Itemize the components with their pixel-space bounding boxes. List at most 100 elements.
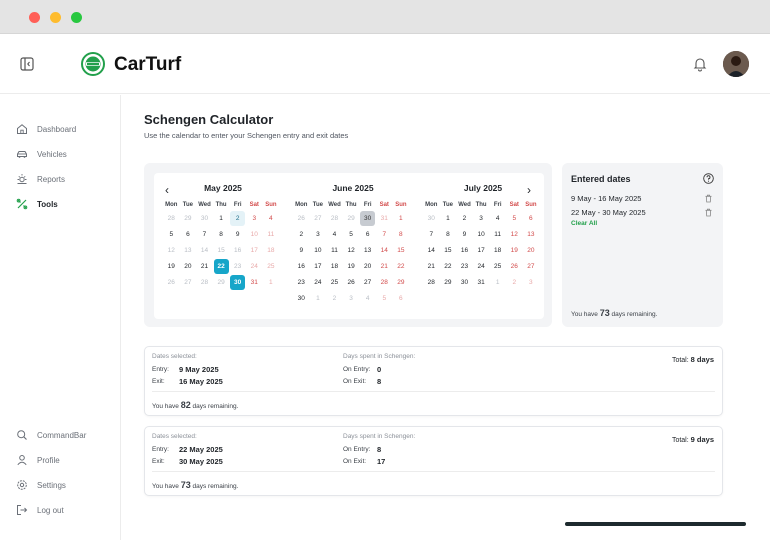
calendar-day[interactable]: 25 xyxy=(490,259,505,274)
calendar-day[interactable]: 18 xyxy=(490,243,505,258)
calendar-day[interactable]: 22 xyxy=(393,259,408,274)
calendar-day[interactable]: 10 xyxy=(474,227,489,242)
notification-bell-icon[interactable] xyxy=(692,56,708,72)
calendar-day[interactable]: 1 xyxy=(393,211,408,226)
calendar-day[interactable]: 4 xyxy=(263,211,278,226)
calendar-day[interactable]: 5 xyxy=(377,291,392,306)
calendar-day[interactable]: 2 xyxy=(327,291,342,306)
calendar-day[interactable]: 9 xyxy=(230,227,245,242)
sidebar-item-reports[interactable]: Reports xyxy=(16,171,65,187)
calendar-day[interactable]: 2 xyxy=(457,211,472,226)
calendar-day[interactable]: 29 xyxy=(180,211,195,226)
calendar-day[interactable]: 22 xyxy=(440,259,455,274)
calendar-day[interactable]: 12 xyxy=(507,227,522,242)
calendar-day[interactable]: 26 xyxy=(344,275,359,290)
calendar-day[interactable]: 28 xyxy=(197,275,212,290)
calendar-day[interactable]: 6 xyxy=(523,211,538,226)
calendar-day[interactable]: 29 xyxy=(214,275,229,290)
calendar-day[interactable]: 6 xyxy=(393,291,408,306)
calendar-day[interactable]: 31 xyxy=(474,275,489,290)
calendar-day[interactable]: 30 xyxy=(360,211,376,226)
calendar-day[interactable]: 17 xyxy=(474,243,489,258)
calendar-day[interactable]: 21 xyxy=(424,259,439,274)
calendar-day[interactable]: 19 xyxy=(164,259,179,274)
calendar-day[interactable]: 31 xyxy=(377,211,392,226)
calendar-day[interactable]: 28 xyxy=(164,211,179,226)
calendar-day[interactable]: 24 xyxy=(474,259,489,274)
calendar-day[interactable]: 26 xyxy=(294,211,309,226)
user-avatar[interactable] xyxy=(723,51,749,77)
calendar-day[interactable]: 27 xyxy=(180,275,195,290)
sidebar-item-tools[interactable]: Tools xyxy=(16,196,58,212)
calendar-day[interactable]: 29 xyxy=(393,275,408,290)
calendar-day[interactable]: 23 xyxy=(294,275,309,290)
calendar-day[interactable]: 21 xyxy=(197,259,212,274)
calendar-day[interactable]: 30 xyxy=(424,211,439,226)
calendar-day[interactable]: 9 xyxy=(457,227,472,242)
calendar-day[interactable]: 24 xyxy=(247,259,262,274)
calendar-day[interactable]: 17 xyxy=(310,259,325,274)
calendar-day[interactable]: 4 xyxy=(327,227,342,242)
calendar-day[interactable]: 8 xyxy=(214,227,229,242)
calendar-day[interactable]: 7 xyxy=(377,227,392,242)
calendar-day[interactable]: 28 xyxy=(327,211,342,226)
sidebar-toggle-icon[interactable] xyxy=(20,57,34,71)
calendar-day[interactable]: 8 xyxy=(440,227,455,242)
calendar-day[interactable]: 27 xyxy=(523,259,538,274)
calendar-day[interactable]: 3 xyxy=(344,291,359,306)
clear-all-button[interactable]: Clear All xyxy=(571,220,597,227)
calendar-day[interactable]: 19 xyxy=(344,259,359,274)
calendar-day[interactable]: 5 xyxy=(164,227,179,242)
sidebar-item-logout[interactable]: Log out xyxy=(16,502,64,518)
calendar-day[interactable]: 13 xyxy=(360,243,375,258)
sidebar-item-settings[interactable]: Settings xyxy=(16,477,66,493)
calendar-day[interactable]: 27 xyxy=(360,275,375,290)
calendar-day[interactable]: 14 xyxy=(424,243,439,258)
calendar-day[interactable]: 21 xyxy=(377,259,392,274)
calendar-day[interactable]: 13 xyxy=(523,227,538,242)
trash-icon[interactable] xyxy=(704,194,713,203)
sidebar-item-dashboard[interactable]: Dashboard xyxy=(16,121,76,137)
calendar-day[interactable]: 29 xyxy=(440,275,455,290)
calendar-day[interactable]: 16 xyxy=(457,243,472,258)
trash-icon[interactable] xyxy=(704,208,713,217)
calendar-day[interactable]: 16 xyxy=(294,259,309,274)
calendar-day[interactable]: 5 xyxy=(507,211,522,226)
calendar-day[interactable]: 4 xyxy=(360,291,375,306)
calendar-day[interactable]: 23 xyxy=(230,259,245,274)
calendar-day[interactable]: 3 xyxy=(247,211,262,226)
calendar-day[interactable]: 27 xyxy=(310,211,325,226)
calendar-day[interactable]: 10 xyxy=(247,227,262,242)
help-icon[interactable] xyxy=(703,173,714,184)
calendar-day[interactable]: 23 xyxy=(457,259,472,274)
calendar-day[interactable]: 14 xyxy=(377,243,392,258)
calendar-day[interactable]: 1 xyxy=(214,211,229,226)
calendar-day[interactable]: 10 xyxy=(310,243,325,258)
sidebar-item-vehicles[interactable]: Vehicles xyxy=(16,146,67,162)
calendar-day[interactable]: 30 xyxy=(230,275,246,290)
calendar-day[interactable]: 15 xyxy=(214,243,229,258)
calendar-day[interactable]: 6 xyxy=(360,227,375,242)
calendar-day[interactable]: 26 xyxy=(507,259,522,274)
calendar-day[interactable]: 15 xyxy=(440,243,455,258)
calendar-day[interactable]: 6 xyxy=(180,227,195,242)
calendar-day[interactable]: 28 xyxy=(377,275,392,290)
calendar-day[interactable]: 20 xyxy=(180,259,195,274)
calendar-day[interactable]: 26 xyxy=(164,275,179,290)
calendar-day[interactable]: 2 xyxy=(294,227,309,242)
calendar-day[interactable]: 1 xyxy=(263,275,278,290)
calendar-day[interactable]: 15 xyxy=(393,243,408,258)
calendar-day[interactable]: 8 xyxy=(393,227,408,242)
calendar-day[interactable]: 2 xyxy=(230,211,246,226)
calendar-day[interactable]: 18 xyxy=(263,243,278,258)
calendar-day[interactable]: 1 xyxy=(440,211,455,226)
calendar-day[interactable]: 24 xyxy=(310,275,325,290)
calendar-day[interactable]: 12 xyxy=(164,243,179,258)
calendar-day[interactable]: 29 xyxy=(344,211,359,226)
calendar-day[interactable]: 30 xyxy=(197,211,212,226)
calendar-day[interactable]: 19 xyxy=(507,243,522,258)
maximize-window-button[interactable] xyxy=(71,12,82,23)
calendar-day[interactable]: 5 xyxy=(344,227,359,242)
calendar-day[interactable]: 11 xyxy=(490,227,505,242)
calendar-day[interactable]: 11 xyxy=(327,243,342,258)
